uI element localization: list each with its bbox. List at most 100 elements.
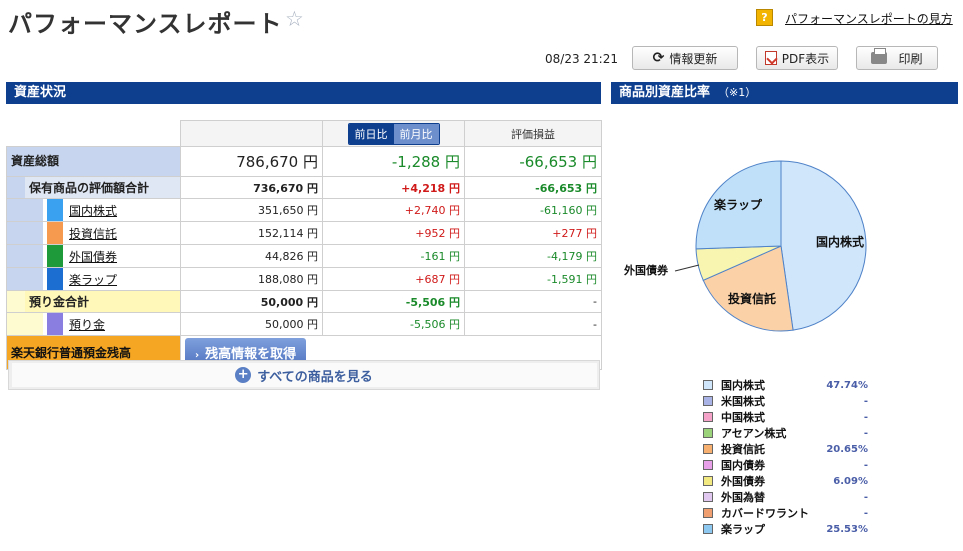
legend-swatch xyxy=(703,508,713,518)
help-link[interactable]: パフォーマンスレポートの見方 xyxy=(785,10,953,27)
legend-swatch xyxy=(703,492,713,502)
deposit-total-value: 50,000 円 xyxy=(180,290,323,313)
foreign-bond-leader-line xyxy=(674,264,700,272)
legend-swatch xyxy=(703,412,713,422)
table-row: 国内株式 351,650 円 +2,740 円 -61,160 円 xyxy=(6,198,602,222)
view-all-products-button[interactable]: + すべての商品を見る xyxy=(8,360,600,390)
help-icon[interactable]: ? xyxy=(756,9,773,26)
pie-label-rakuwrap: 楽ラップ xyxy=(714,197,763,212)
total-assets-value: 786,670 円 xyxy=(180,146,323,177)
table-row: 楽ラップ 188,080 円 +687 円 -1,591 円 xyxy=(6,267,602,291)
item-change: -161 円 xyxy=(322,244,465,268)
refresh-button[interactable]: ⟳ 情報更新 xyxy=(632,46,738,70)
table-header-row: 前日比 前月比 評価損益 xyxy=(6,120,602,147)
print-button[interactable]: 印刷 xyxy=(856,46,938,70)
item-pl: -1,591 円 xyxy=(464,267,602,291)
item-value: 188,080 円 xyxy=(180,267,323,291)
eval-pl-header: 評価損益 xyxy=(464,120,602,147)
legend-item: アセアン株式 - xyxy=(703,425,868,441)
legend-label: 米国株式 xyxy=(721,395,765,408)
legend-swatch xyxy=(703,524,713,534)
legend-item: 国内債券 - xyxy=(703,457,868,473)
pie-legend: 国内株式 47.74% 米国株式 - 中国株式 - アセアン株式 - 投資信託 20.65% 国内債… xyxy=(703,377,868,537)
print-button-label: 印刷 xyxy=(898,51,923,66)
legend-swatch xyxy=(703,380,713,390)
legend-label: 投資信託 xyxy=(721,443,765,456)
holdings-total-row: 保有商品の評価額合計 736,670 円 +4,218 円 -66,653 円 xyxy=(6,176,602,199)
item-change: +952 円 xyxy=(322,221,465,245)
legend-label: 外国為替 xyxy=(721,491,765,504)
deposit-total-change: -5,506 円 xyxy=(322,290,465,313)
holdings-total-pl: -66,653 円 xyxy=(464,176,602,199)
item-value: 50,000 円 xyxy=(180,312,323,336)
rakuwrap-swatch xyxy=(47,268,63,290)
pdf-button[interactable]: PDF表示 xyxy=(756,46,838,70)
legend-value: - xyxy=(863,459,868,471)
legend-swatch xyxy=(703,428,713,438)
holdings-total-change: +4,218 円 xyxy=(322,176,465,199)
item-value: 351,650 円 xyxy=(180,198,323,222)
legend-swatch xyxy=(703,444,713,454)
pie-label-domestic-stock: 国内株式 xyxy=(816,234,864,249)
deposit-link[interactable]: 預り金 xyxy=(69,316,105,333)
table-row: 外国債券 44,826 円 -161 円 -4,179 円 xyxy=(6,244,602,268)
ratio-section-title: 商品別資産比率 xyxy=(619,85,711,100)
table-row: 預り金 50,000 円 -5,506 円 - xyxy=(6,312,602,336)
header-blank-cell xyxy=(180,120,323,147)
legend-item: 米国株式 - xyxy=(703,393,868,409)
update-timestamp: 08/23 21:21 xyxy=(545,52,618,66)
legend-value: 47.74% xyxy=(826,379,868,391)
legend-value: - xyxy=(863,427,868,439)
pdf-icon xyxy=(764,51,777,65)
pie-label-investment-trust: 投資信託 xyxy=(728,291,776,306)
legend-label: 楽ラップ xyxy=(721,523,765,536)
comparison-toggle-cell: 前日比 前月比 xyxy=(322,120,465,147)
item-change: -5,506 円 xyxy=(322,312,465,336)
total-assets-pl: -66,653 円 xyxy=(464,146,602,177)
asset-table: 前日比 前月比 評価損益 資産総額 786,670 円 -1,288 円 -66… xyxy=(6,120,602,370)
item-pl: -4,179 円 xyxy=(464,244,602,268)
rakuwrap-link[interactable]: 楽ラップ xyxy=(69,271,117,288)
asset-ratio-pie-chart: 国内株式 投資信託 外国債券 楽ラップ xyxy=(623,160,867,332)
legend-value: - xyxy=(863,395,868,407)
investment-trust-link[interactable]: 投資信託 xyxy=(69,225,117,242)
item-pl: +277 円 xyxy=(464,221,602,245)
page-title: パフォーマンスレポート xyxy=(8,10,283,38)
refresh-button-label: 情報更新 xyxy=(669,51,718,66)
item-pl: -61,160 円 xyxy=(464,198,602,222)
legend-value: 20.65% xyxy=(826,443,868,455)
holdings-total-label: 保有商品の評価額合計 xyxy=(25,177,180,198)
printer-icon xyxy=(871,48,888,64)
pie-label-foreign-bond: 外国債券 xyxy=(623,263,669,277)
legend-item: 外国債券 6.09% xyxy=(703,473,868,489)
deposit-total-label: 預り金合計 xyxy=(25,291,180,312)
legend-item: 楽ラップ 25.53% xyxy=(703,521,868,537)
legend-swatch xyxy=(703,476,713,486)
holdings-total-value: 736,670 円 xyxy=(180,176,323,199)
pdf-button-label: PDF表示 xyxy=(781,51,830,66)
total-assets-change: -1,288 円 xyxy=(322,146,465,177)
domestic-stock-swatch xyxy=(47,199,63,221)
legend-item: 外国為替 - xyxy=(703,489,868,505)
legend-label: カバードワラント xyxy=(721,507,809,520)
legend-value: - xyxy=(863,491,868,503)
comparison-toggle: 前日比 前月比 xyxy=(347,122,440,145)
item-value: 44,826 円 xyxy=(180,244,323,268)
toggle-month-button[interactable]: 前月比 xyxy=(393,123,439,144)
ratio-section-note: （※1） xyxy=(718,86,757,99)
deposit-total-row: 預り金合計 50,000 円 -5,506 円 - xyxy=(6,290,602,313)
favorite-star-icon[interactable]: ☆ xyxy=(285,7,304,31)
foreign-bond-link[interactable]: 外国債券 xyxy=(69,248,117,265)
legend-item: カバードワラント - xyxy=(703,505,868,521)
legend-swatch xyxy=(703,396,713,406)
legend-item: 中国株式 - xyxy=(703,409,868,425)
item-pl: - xyxy=(464,312,602,336)
plus-circle-icon: + xyxy=(235,367,252,383)
domestic-stock-link[interactable]: 国内株式 xyxy=(69,202,117,219)
view-all-label: すべての商品を見る xyxy=(257,369,373,385)
table-row: 投資信託 152,114 円 +952 円 +277 円 xyxy=(6,221,602,245)
toggle-day-button[interactable]: 前日比 xyxy=(348,123,394,144)
deposit-total-pl: - xyxy=(464,290,602,313)
item-value: 152,114 円 xyxy=(180,221,323,245)
item-change: +687 円 xyxy=(322,267,465,291)
